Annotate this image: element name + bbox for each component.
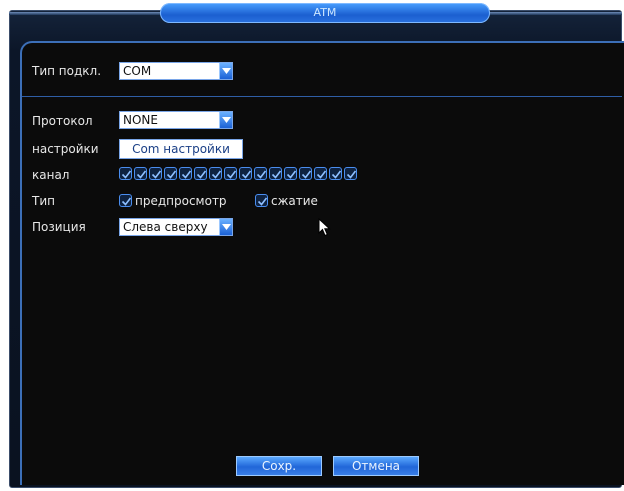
check-icon: [256, 170, 267, 179]
check-icon: [211, 170, 222, 179]
channel-checkbox[interactable]: [239, 167, 252, 180]
channel-checkbox[interactable]: [164, 167, 177, 180]
check-icon: [181, 170, 192, 179]
settings-panel: [20, 41, 624, 485]
protocol-label: Протокол: [32, 114, 93, 128]
protocol-value: NONE: [123, 113, 158, 127]
connection-type-label: Тип подкл.: [32, 64, 102, 78]
protocol-select[interactable]: NONE: [119, 111, 233, 129]
channel-label: канал: [32, 168, 70, 182]
check-icon: [121, 197, 132, 206]
channel-checkbox[interactable]: [209, 167, 222, 180]
compress-checkbox[interactable]: [255, 194, 268, 207]
check-icon: [301, 170, 312, 179]
position-value: Слева сверху: [123, 220, 208, 234]
channel-checkbox[interactable]: [344, 167, 357, 180]
channel-checkbox[interactable]: [224, 167, 237, 180]
channel-checkbox[interactable]: [299, 167, 312, 180]
screen-frame: ATM Тип подкл. COM Протокол NONE настрой…: [0, 0, 624, 491]
check-icon: [136, 170, 147, 179]
check-icon: [166, 170, 177, 179]
window-title: ATM: [160, 3, 490, 23]
check-icon: [121, 170, 132, 179]
check-icon: [271, 170, 282, 179]
settings-label: настройки: [32, 142, 99, 156]
check-icon: [151, 170, 162, 179]
chevron-down-icon[interactable]: [219, 219, 232, 235]
channel-checkbox[interactable]: [194, 167, 207, 180]
preview-label: предпросмотр: [135, 194, 227, 208]
channel-checkbox[interactable]: [119, 167, 132, 180]
position-label: Позиция: [32, 220, 86, 234]
check-icon: [241, 170, 252, 179]
preview-checkbox[interactable]: [119, 194, 132, 207]
check-icon: [316, 170, 327, 179]
check-icon: [226, 170, 237, 179]
channel-checkbox[interactable]: [179, 167, 192, 180]
section-divider: [22, 96, 622, 97]
position-select[interactable]: Слева сверху: [119, 218, 233, 236]
channel-checkbox[interactable]: [284, 167, 297, 180]
com-settings-button[interactable]: Com настройки: [119, 139, 243, 159]
connection-type-value: COM: [123, 64, 152, 78]
chevron-down-icon[interactable]: [219, 63, 232, 79]
channel-checkbox[interactable]: [149, 167, 162, 180]
compress-label: сжатие: [271, 194, 318, 208]
mouse-pointer-icon: [318, 218, 331, 237]
chevron-down-icon[interactable]: [219, 112, 232, 128]
connection-type-select[interactable]: COM: [119, 62, 233, 80]
channel-checkbox[interactable]: [134, 167, 147, 180]
check-icon: [286, 170, 297, 179]
channel-checkbox[interactable]: [269, 167, 282, 180]
check-icon: [346, 170, 357, 179]
type-label: Тип: [32, 194, 55, 208]
check-icon: [257, 197, 268, 206]
channel-checkbox[interactable]: [254, 167, 267, 180]
check-icon: [331, 170, 342, 179]
check-icon: [196, 170, 207, 179]
channel-checkbox-row: [119, 167, 357, 180]
save-button[interactable]: Сохр.: [236, 456, 322, 476]
cancel-button[interactable]: Отмена: [333, 456, 419, 476]
channel-checkbox[interactable]: [314, 167, 327, 180]
atm-settings-window: [9, 10, 624, 488]
channel-checkbox[interactable]: [329, 167, 342, 180]
